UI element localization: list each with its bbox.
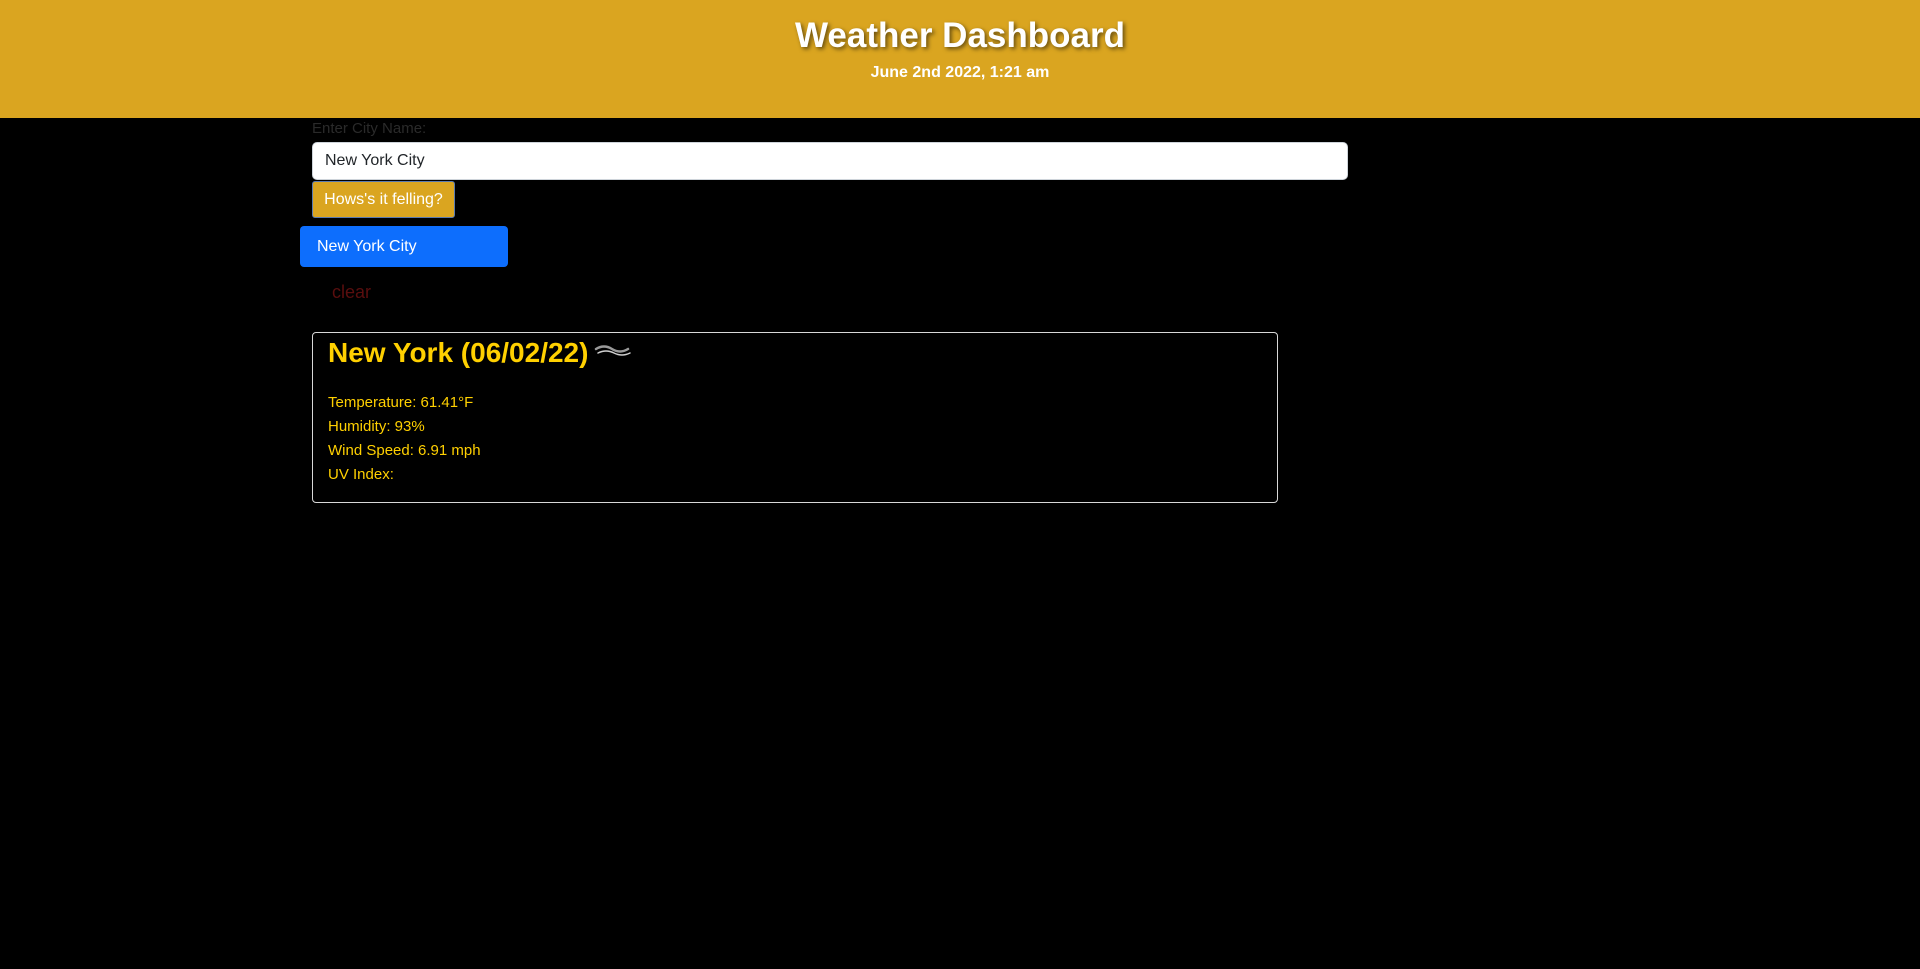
wind-speed-stat: Wind Speed: 6.91 mph	[328, 442, 481, 459]
city-input-label: Enter City Name:	[312, 120, 427, 137]
page-header: Weather Dashboard June 2nd 2022, 1:21 am	[0, 0, 1920, 118]
weather-title-row: New York (06/02/22)	[328, 337, 632, 369]
current-weather-card: New York (06/02/22) Temperature: 61.41°F…	[312, 332, 1278, 503]
city-search-input[interactable]	[312, 142, 1348, 180]
page-title: Weather Dashboard	[795, 16, 1125, 55]
search-button[interactable]: Hows's it felling?	[312, 181, 455, 218]
clear-history-button[interactable]: clear	[332, 282, 371, 303]
mist-icon	[594, 341, 632, 365]
current-date: June 2nd 2022, 1:21 am	[870, 64, 1050, 81]
uv-index-stat: UV Index:	[328, 466, 394, 483]
city-date-title: New York (06/02/22)	[328, 337, 589, 368]
history-item-new-york-city[interactable]: New York City	[300, 226, 508, 267]
humidity-stat: Humidity: 93%	[328, 418, 425, 435]
weather-stats: Temperature: 61.41°F Humidity: 93% Wind …	[328, 391, 481, 487]
temperature-stat: Temperature: 61.41°F	[328, 394, 474, 411]
